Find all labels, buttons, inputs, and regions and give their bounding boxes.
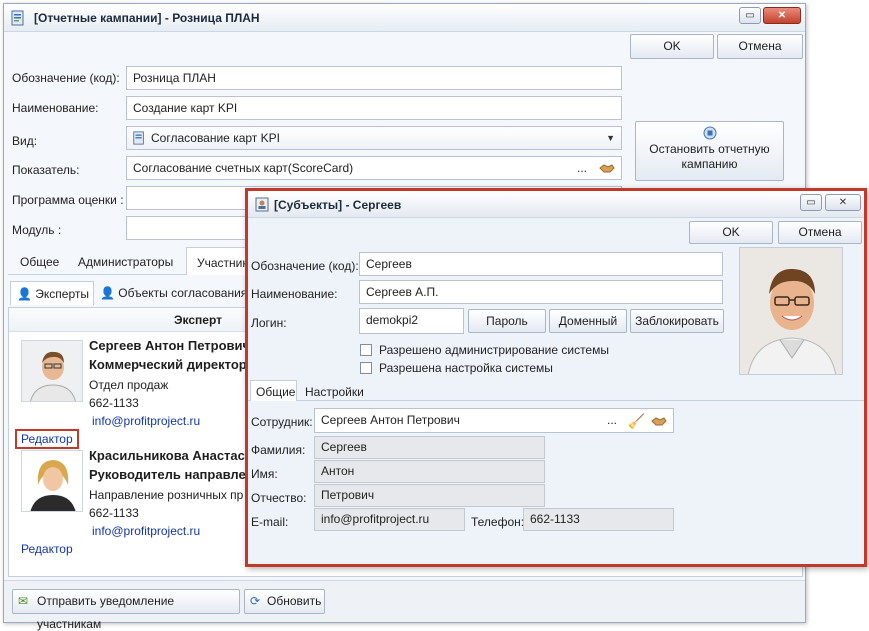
- expert-phone: 662-1133: [89, 506, 139, 520]
- objects-icon: 👤: [100, 286, 115, 300]
- phone-label: Телефон:: [471, 515, 525, 529]
- code-label: Обозначение (код):: [12, 71, 120, 85]
- notify-participants-label: Отправить уведомление участникам: [37, 594, 175, 631]
- stop-campaign-button[interactable]: Остановить отчетную кампанию: [635, 121, 784, 181]
- stop-icon: [703, 126, 716, 140]
- indicator-label: Показатель:: [12, 163, 80, 177]
- subject-name-label: Наименование:: [251, 287, 338, 301]
- firstname-field: Антон: [314, 460, 545, 483]
- expert-photo: [21, 340, 83, 402]
- email-field: info@profitproject.ru: [314, 508, 465, 531]
- refresh-button[interactable]: ⟳ Обновить: [244, 589, 325, 614]
- phone-field: 662-1133: [523, 508, 674, 531]
- expert-phone: 662-1133: [89, 396, 139, 410]
- subtab-experts[interactable]: 👤 Эксперты: [10, 281, 94, 305]
- tab-general[interactable]: Общее: [20, 255, 59, 269]
- type-value: Согласование карт KPI: [151, 131, 280, 145]
- expert-position: Руководитель направлен: [89, 467, 254, 482]
- admin-checkbox[interactable]: [360, 344, 372, 356]
- refresh-label: Обновить: [267, 594, 322, 608]
- campaign-icon: [133, 131, 144, 145]
- subtab-objects-label: Объекты согласования: [118, 286, 248, 300]
- campaign-icon: [11, 10, 24, 26]
- cancel-button[interactable]: Отмена: [717, 34, 803, 59]
- firstname-label: Имя:: [251, 467, 278, 481]
- module-label: Модуль :: [12, 223, 62, 237]
- name-field[interactable]: Создание карт KPI: [126, 96, 622, 120]
- code-field[interactable]: Розница ПЛАН: [126, 66, 622, 90]
- type-label: Вид:: [12, 134, 38, 148]
- expert-name: Красильникова Анастаси: [89, 448, 253, 463]
- subject-code-label: Обозначение (код):: [251, 259, 359, 273]
- email-label: E-mail:: [251, 515, 289, 529]
- block-button[interactable]: Заблокировать: [630, 309, 724, 333]
- handshake-icon[interactable]: [651, 415, 667, 427]
- expert-department: Направление розничных пр: [89, 488, 244, 502]
- surname-label: Фамилия:: [251, 443, 306, 457]
- expert-email[interactable]: info@profitproject.ru: [92, 414, 200, 428]
- subject-code-field[interactable]: Сергеев: [359, 252, 723, 276]
- restore-button[interactable]: ▭: [739, 7, 761, 24]
- program-label: Программа оценки :: [12, 193, 124, 207]
- tab-settings[interactable]: Настройки: [305, 385, 364, 399]
- expert-column-title: Эксперт: [174, 313, 223, 327]
- indicator-value: Согласование счетных карт(ScoreCard): [133, 161, 354, 175]
- patronymic-field: Петрович: [314, 484, 545, 507]
- dropdown-arrow-icon[interactable]: ▼: [606, 127, 615, 149]
- tab-participants[interactable]: Участник: [186, 247, 248, 275]
- bottom-toolbar: ✉ Отправить уведомление участникам ⟳ Обн…: [4, 580, 805, 631]
- patronymic-label: Отчество:: [251, 491, 307, 505]
- employee-value: Сергеев Антон Петрович: [321, 413, 460, 427]
- name-label: Наименование:: [12, 101, 99, 115]
- ok-button[interactable]: OK: [689, 221, 773, 244]
- expert-position: Коммерческий директор: [89, 357, 247, 372]
- cancel-button[interactable]: Отмена: [778, 221, 862, 244]
- subject-icon: [255, 197, 269, 212]
- expert-icon: 👤: [17, 287, 32, 301]
- settings-checkbox-label: Разрешена настройка системы: [379, 361, 553, 375]
- handshake-icon[interactable]: [599, 162, 615, 174]
- subtab-experts-label: Эксперты: [35, 287, 90, 301]
- login-label: Логин:: [251, 316, 287, 330]
- employee-label: Сотрудник:: [251, 415, 313, 429]
- subject-title: [Субъекты] - Сергеев: [274, 198, 402, 212]
- surname-field: Сергеев: [314, 436, 545, 459]
- employee-field[interactable]: Сергеев Антон Петрович ... 🧹: [314, 408, 674, 433]
- ok-button[interactable]: OK: [630, 34, 714, 59]
- expert-department: Отдел продаж: [89, 378, 169, 392]
- subject-photo: [739, 247, 843, 375]
- refresh-icon: ⟳: [250, 594, 261, 608]
- settings-checkbox[interactable]: [360, 362, 372, 374]
- password-button[interactable]: Пароль: [468, 309, 546, 333]
- subject-tabs-divider: [248, 400, 864, 401]
- expert-photo: [21, 450, 83, 512]
- campaign-title: [Отчетные кампании] - Розница ПЛАН: [34, 11, 260, 25]
- restore-button[interactable]: ▭: [800, 194, 822, 211]
- editor-link[interactable]: Редактор: [21, 542, 73, 556]
- ellipsis-button[interactable]: ...: [577, 157, 587, 179]
- broom-icon[interactable]: 🧹: [628, 410, 645, 432]
- subject-titlebar: [Субъекты] - Сергеев ▭ ✕: [248, 191, 864, 218]
- campaign-titlebar: [Отчетные кампании] - Розница ПЛАН ▭ ✕: [4, 4, 805, 32]
- expert-name: Сергеев Антон Петрович: [89, 338, 251, 353]
- ellipsis-button[interactable]: ...: [607, 409, 617, 431]
- tab-general[interactable]: Общие: [250, 380, 297, 401]
- type-select[interactable]: Согласование карт KPI ▼: [126, 126, 622, 150]
- notify-participants-button[interactable]: ✉ Отправить уведомление участникам: [12, 589, 240, 631]
- subject-name-field[interactable]: Сергеев А.П.: [359, 280, 723, 304]
- subject-dialog: [Субъекты] - Сергеев ▭ ✕ OK Отмена Обозн…: [245, 188, 867, 567]
- stop-campaign-label: Остановить отчетную кампанию: [649, 142, 770, 171]
- expert-email[interactable]: info@profitproject.ru: [92, 524, 200, 538]
- indicator-field[interactable]: Согласование счетных карт(ScoreCard) ...: [126, 156, 622, 180]
- domain-button[interactable]: Доменный: [549, 309, 627, 333]
- login-field[interactable]: demokpi2: [359, 308, 464, 334]
- tab-administrators[interactable]: Администраторы: [78, 255, 173, 269]
- admin-checkbox-label: Разрешено администрирование системы: [379, 343, 609, 357]
- close-button[interactable]: ✕: [763, 7, 801, 24]
- close-button[interactable]: ✕: [825, 194, 861, 211]
- notify-icon: ✉: [18, 594, 29, 608]
- subtab-objects[interactable]: 👤 Объекты согласования: [100, 286, 247, 300]
